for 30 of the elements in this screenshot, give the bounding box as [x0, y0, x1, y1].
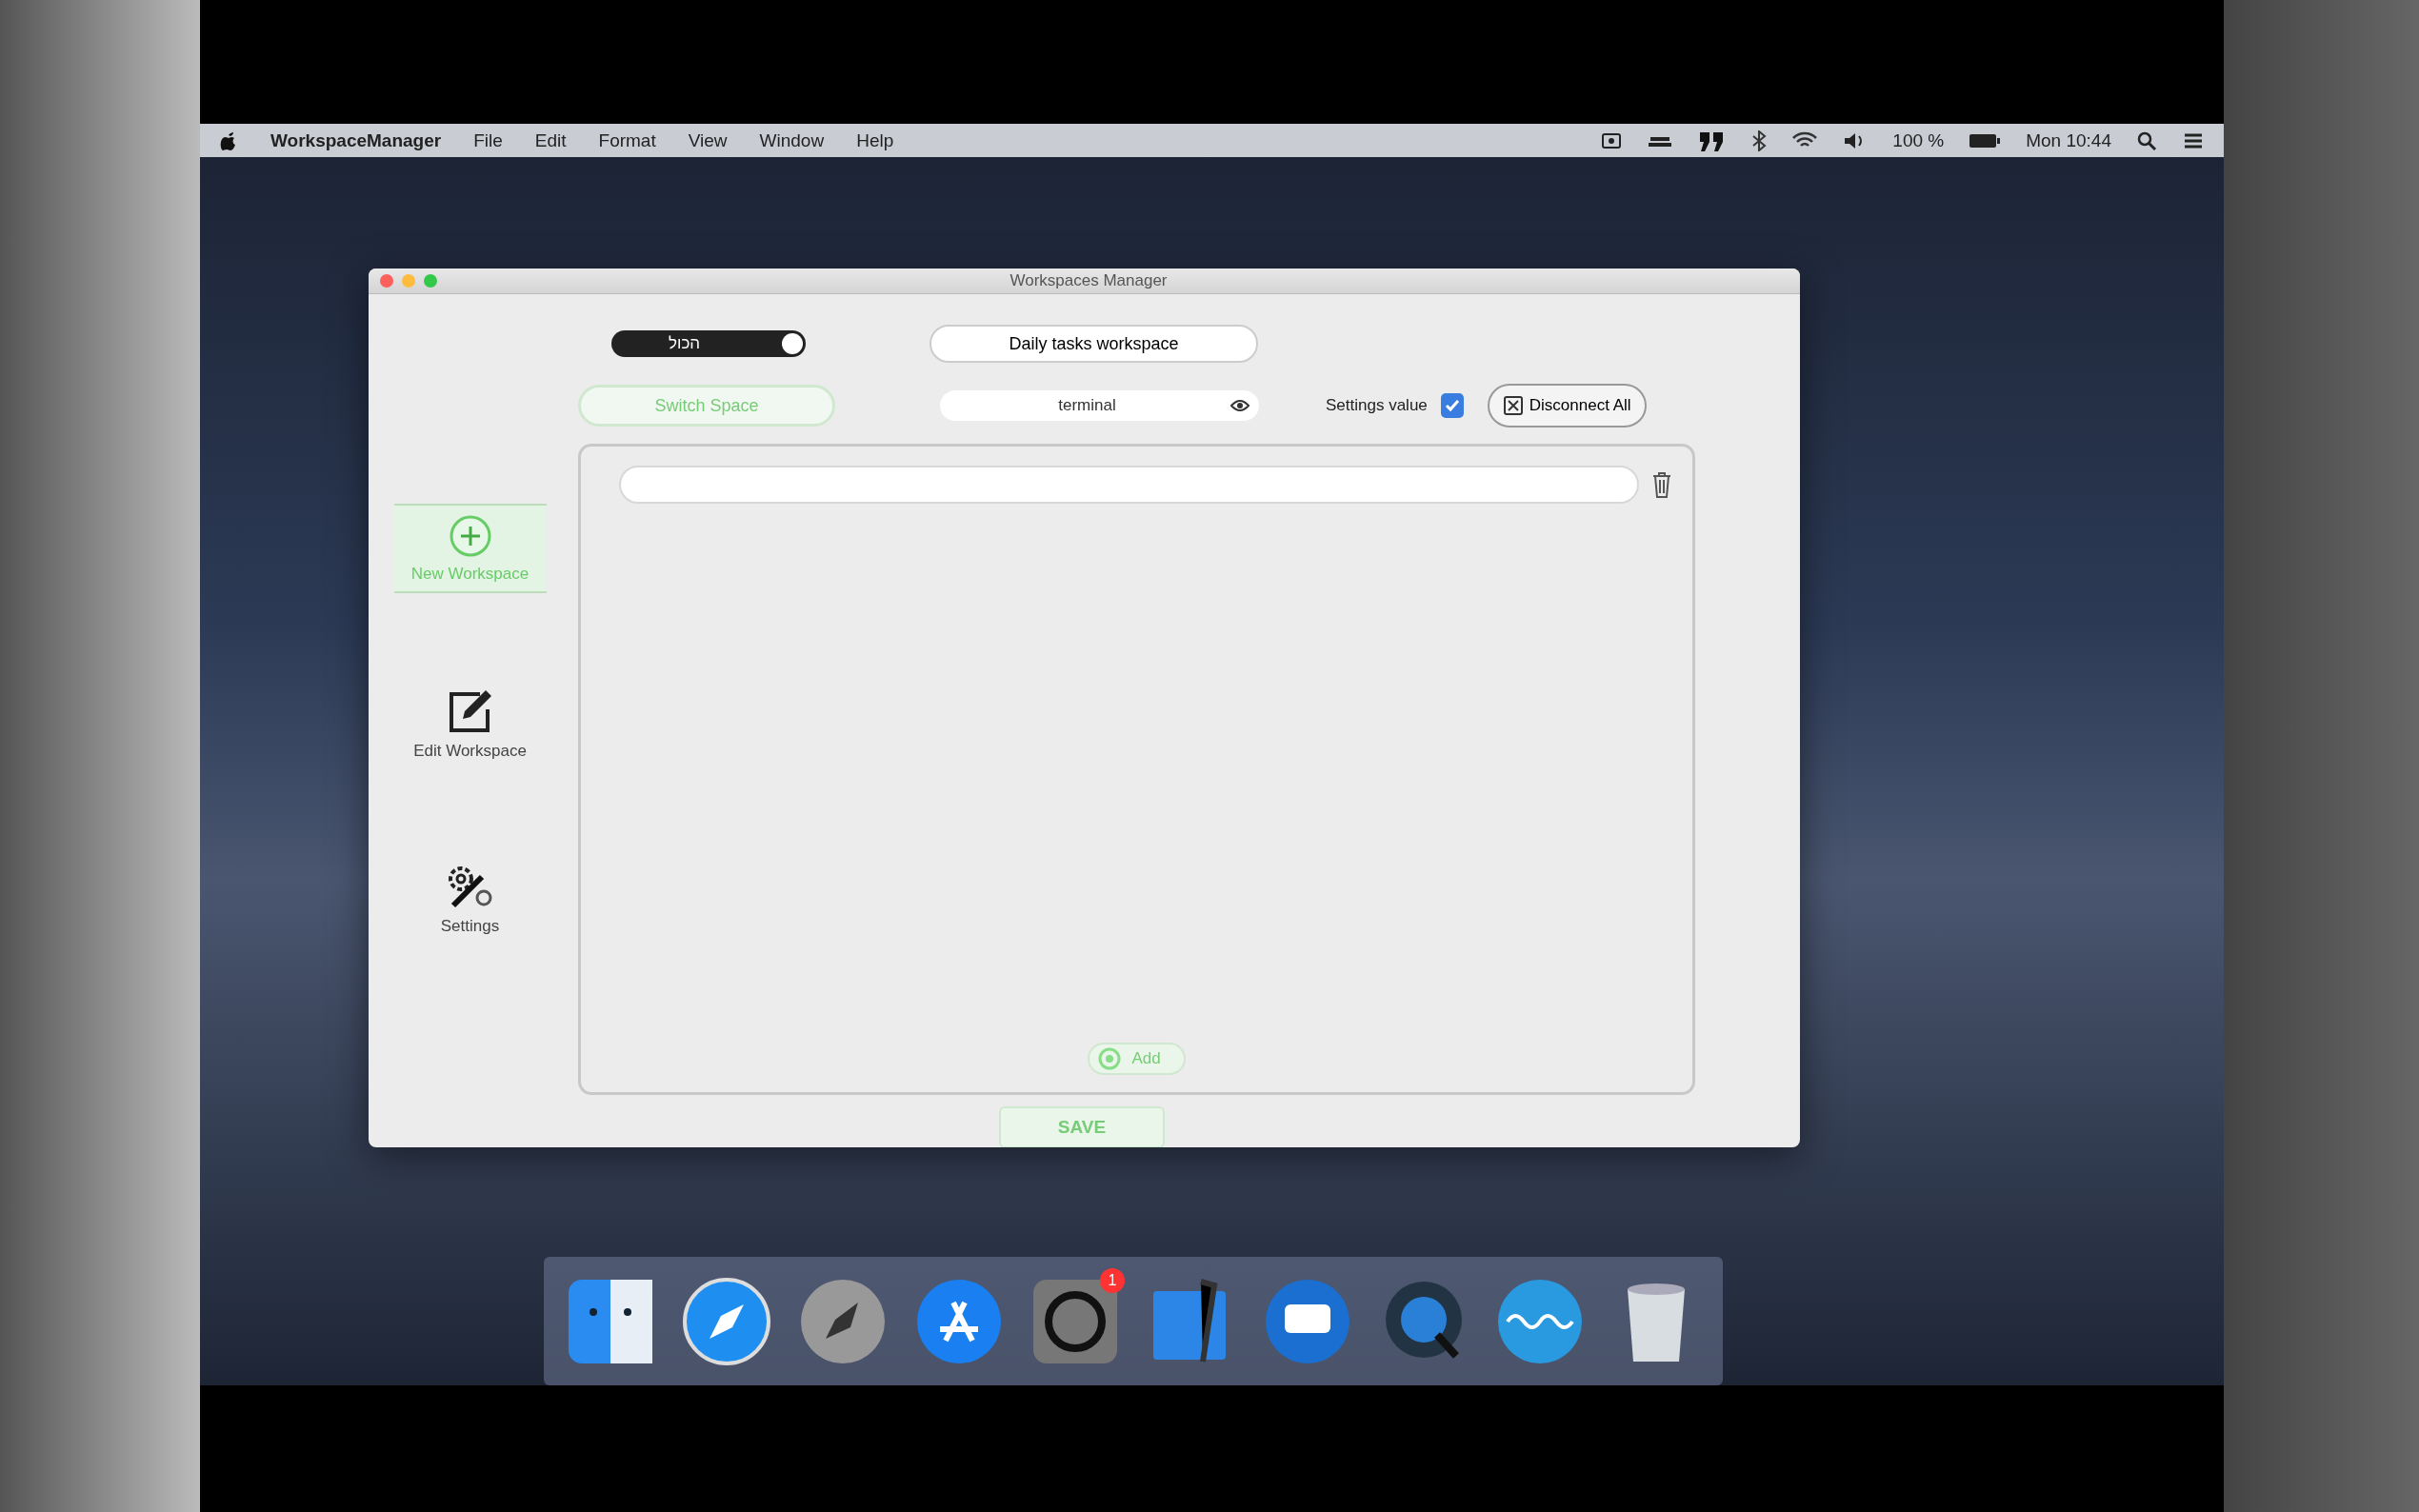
search-icon	[2136, 129, 2157, 151]
checkbox[interactable]	[1440, 393, 1464, 418]
app-field[interactable]: terminal	[940, 390, 1259, 421]
disconnect-icon	[1502, 395, 1524, 416]
menu-item[interactable]: Window	[759, 129, 825, 151]
notification-badge: 1	[1100, 1267, 1125, 1293]
apple-icon	[219, 129, 238, 151]
menu-item[interactable]: Edit	[534, 129, 567, 151]
menu-item[interactable]: File	[473, 129, 503, 151]
menu-item[interactable]: Help	[856, 129, 894, 151]
check-icon	[1444, 399, 1460, 412]
bluetooth-icon	[1751, 129, 1768, 151]
sidebar-item[interactable]: Settings	[393, 854, 547, 944]
toggle-switch[interactable]: הכול	[611, 330, 806, 357]
screen-icon	[1601, 130, 1623, 150]
workspace-name-field[interactable]: Daily tasks workspace	[930, 325, 1258, 363]
trash-icon	[1650, 470, 1673, 499]
menu-clock: Mon 10:44	[2026, 129, 2111, 151]
compass-icon[interactable]	[681, 1275, 772, 1367]
menu-item[interactable]: View	[688, 129, 728, 151]
window-title: Workspaces Manager	[1009, 271, 1169, 290]
entry-field[interactable]	[619, 466, 1639, 504]
battery-percent: 100 %	[1892, 129, 1945, 151]
disconnect-all-button[interactable]: Disconnect All	[1487, 384, 1647, 428]
battery-icon	[1969, 131, 2002, 149]
add-icon	[1097, 1046, 1123, 1071]
app-menu[interactable]: WorkspaceManager	[270, 129, 442, 151]
sidebar-item[interactable]: Edit Workspace	[393, 679, 547, 768]
checkbox-label: Settings value	[1326, 396, 1428, 415]
menu-item[interactable]: Format	[598, 129, 656, 151]
